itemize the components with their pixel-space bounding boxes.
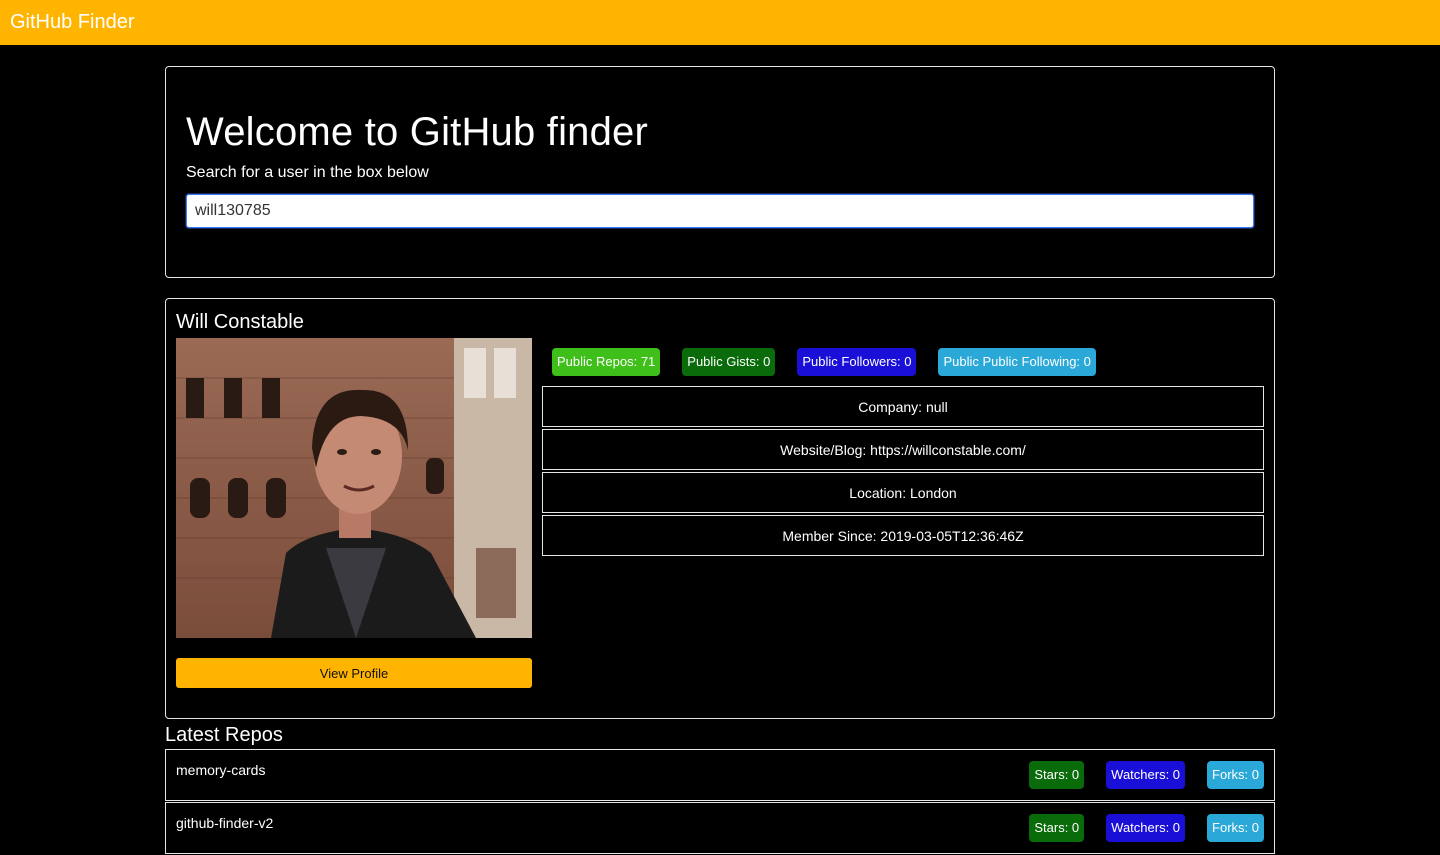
public-gists-badge: Public Gists: 0 — [682, 348, 776, 376]
website-item: Website/Blog: https://willconstable.com/ — [542, 429, 1264, 470]
repo-link[interactable]: memory-cards — [176, 762, 265, 778]
forks-badge: Forks: 0 — [1207, 761, 1264, 789]
view-profile-button[interactable]: View Profile — [176, 658, 532, 688]
avatar — [176, 338, 532, 638]
repo-stats: Stars: 0 Watchers: 0 Forks: 0 — [1029, 814, 1264, 842]
forks-badge: Forks: 0 — [1207, 814, 1264, 842]
profile-stats: Public Repos: 71 Public Gists: 0 Public … — [552, 348, 1096, 376]
profile-name: Will Constable — [176, 311, 304, 333]
navbar: GitHub Finder — [0, 0, 1440, 45]
watchers-badge: Watchers: 0 — [1106, 761, 1186, 789]
location-item: Location: London — [542, 472, 1264, 513]
member-since-item: Member Since: 2019-03-05T12:36:46Z — [542, 515, 1264, 556]
public-followers-badge: Public Followers: 0 — [797, 348, 917, 376]
repo-item: github-finder-v2 Stars: 0 Watchers: 0 Fo… — [165, 802, 1275, 854]
company-item: Company: null — [542, 386, 1264, 427]
profile-card: Will Constable View Profile Public Repos… — [165, 298, 1275, 719]
stars-badge: Stars: 0 — [1029, 761, 1085, 789]
search-card: Welcome to GitHub finder Search for a us… — [165, 66, 1275, 278]
repo-link[interactable]: github-finder-v2 — [176, 815, 273, 831]
main-container: Welcome to GitHub finder Search for a us… — [165, 66, 1275, 855]
stars-badge: Stars: 0 — [1029, 814, 1085, 842]
brand-link[interactable]: GitHub Finder — [10, 11, 135, 34]
search-input[interactable] — [186, 194, 1254, 228]
latest-repos-title: Latest Repos — [165, 724, 283, 746]
search-instructions: Search for a user in the box below — [186, 164, 429, 181]
page-title: Welcome to GitHub finder — [186, 110, 649, 154]
profile-info-list: Company: null Website/Blog: https://will… — [542, 386, 1264, 558]
public-following-badge: Public Public Following: 0 — [938, 348, 1096, 376]
public-repos-badge: Public Repos: 71 — [552, 348, 661, 376]
watchers-badge: Watchers: 0 — [1106, 814, 1186, 842]
repo-stats: Stars: 0 Watchers: 0 Forks: 0 — [1029, 761, 1264, 789]
avatar-image — [176, 338, 532, 638]
repo-item: memory-cards Stars: 0 Watchers: 0 Forks:… — [165, 749, 1275, 801]
